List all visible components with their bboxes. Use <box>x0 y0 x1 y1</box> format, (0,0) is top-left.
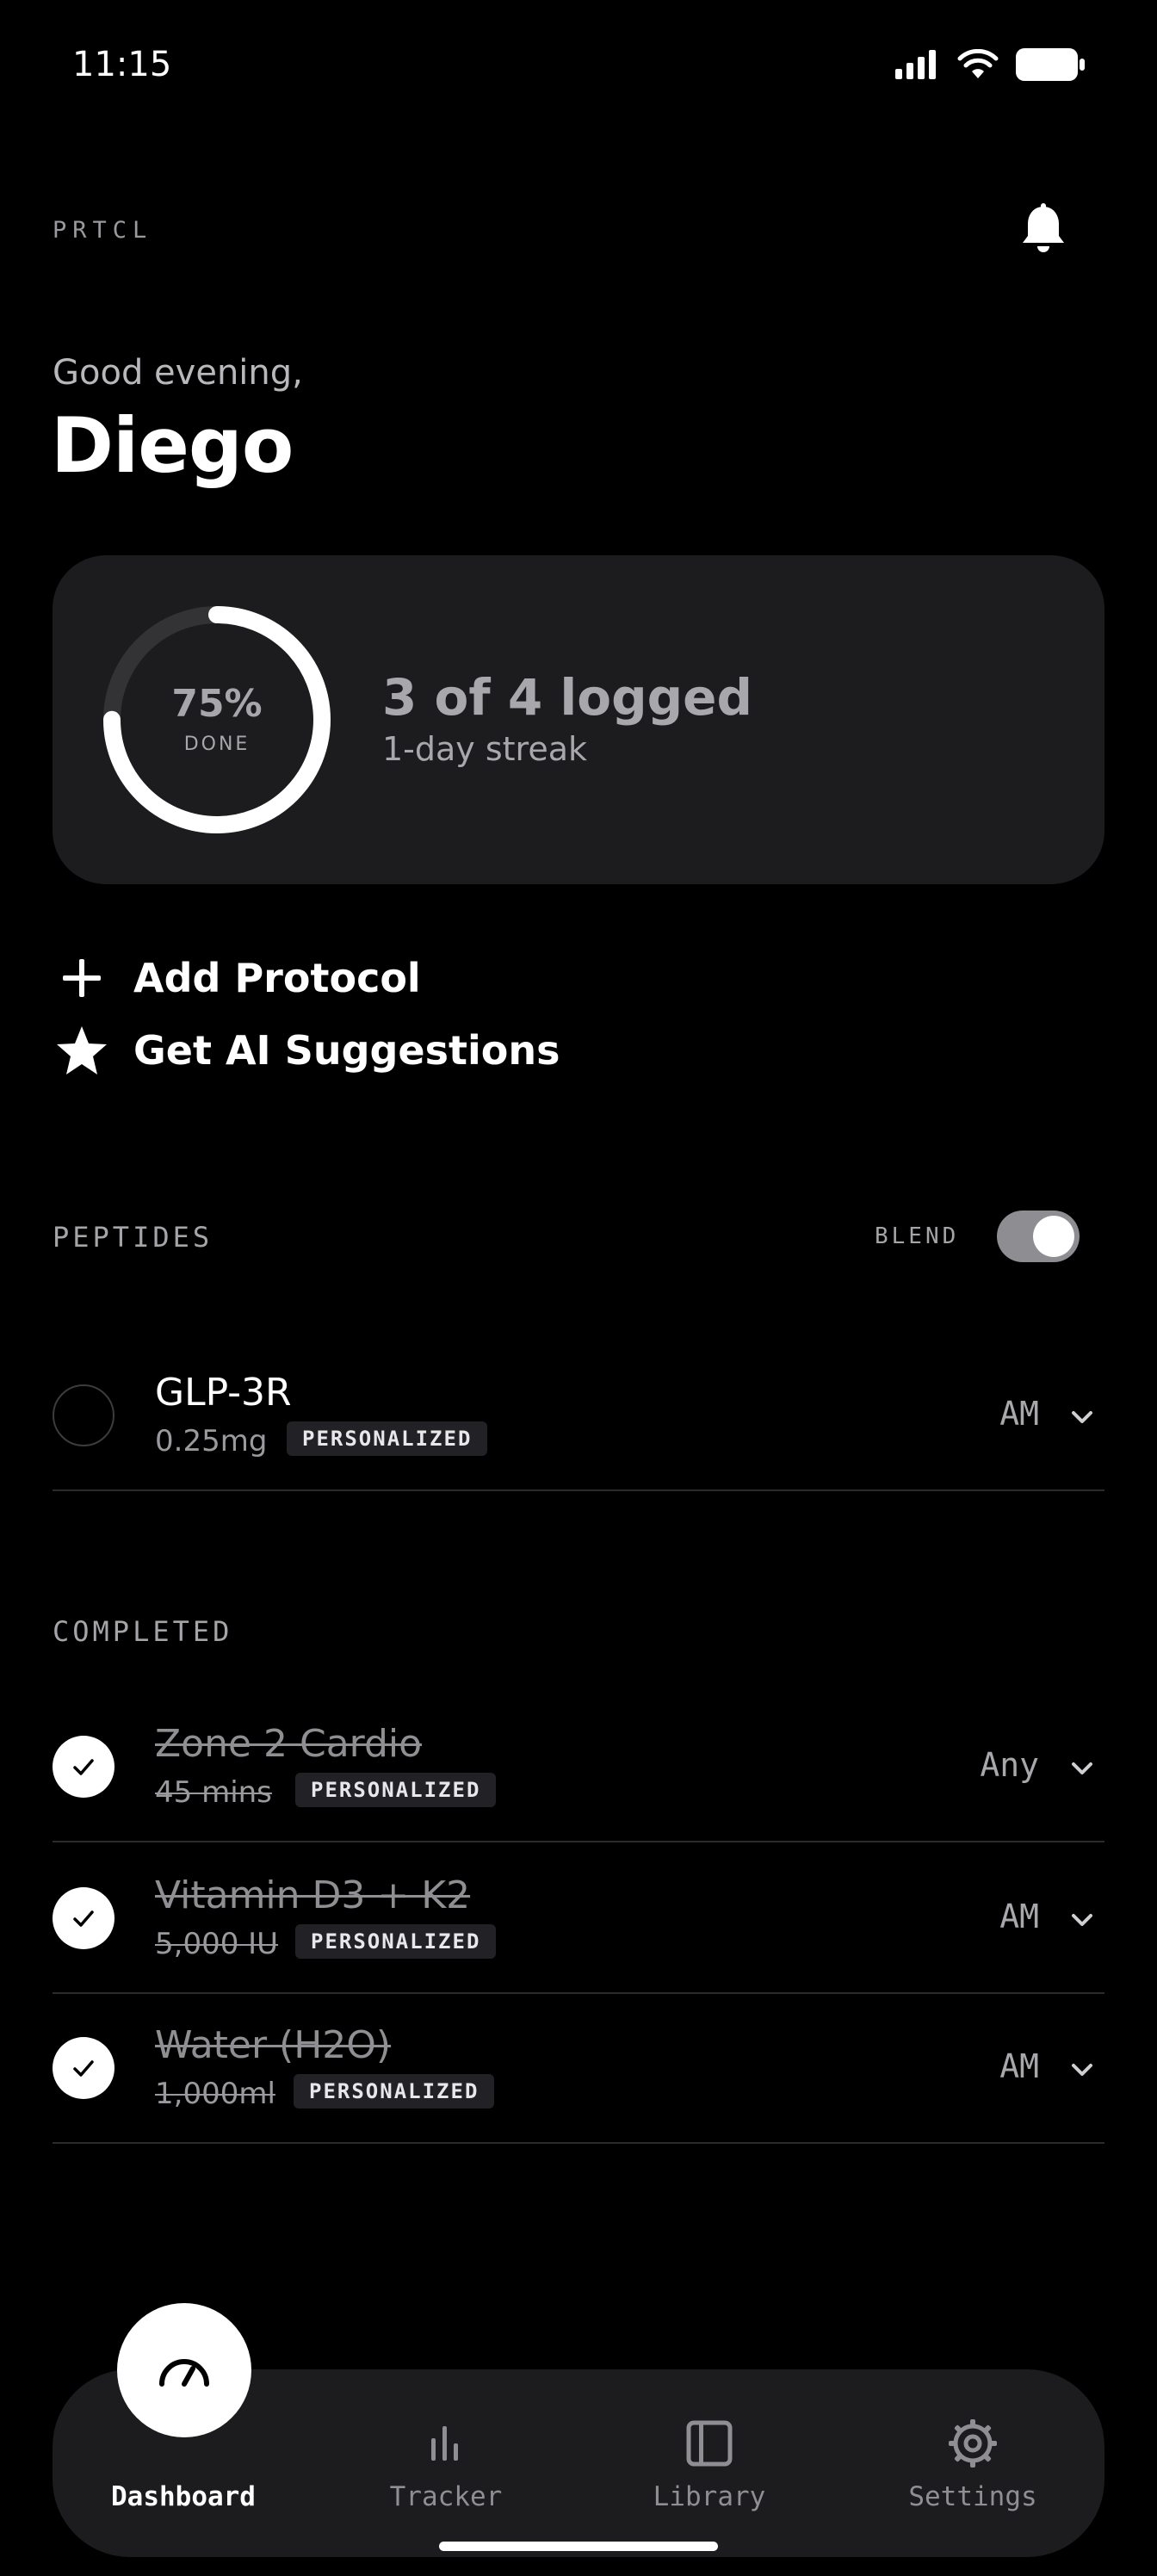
add-protocol-label: Add Protocol <box>133 955 421 1001</box>
nav-dashboard-button[interactable] <box>117 2303 251 2437</box>
item-time: AM <box>999 2047 1039 2085</box>
battery-icon <box>1016 48 1085 81</box>
item-name: Zone 2 Cardio <box>155 1722 423 1766</box>
streak-text: 1-day streak <box>382 730 588 768</box>
personalized-badge: PERSONALIZED <box>295 1924 497 1959</box>
ai-suggestions-label: Get AI Suggestions <box>133 1027 560 1074</box>
chevron-down-icon[interactable] <box>1068 1906 1096 1934</box>
item-time: AM <box>999 1898 1039 1935</box>
status-time: 11:15 <box>72 45 172 84</box>
list-item[interactable]: GLP-3R 0.25mg PERSONALIZED AM <box>53 1338 1104 1491</box>
chevron-down-icon[interactable] <box>1068 1403 1096 1431</box>
user-name: Diego <box>51 401 294 490</box>
item-name: Vitamin D3 + K2 <box>155 1873 471 1917</box>
sidebar-panel-icon[interactable] <box>682 2416 737 2471</box>
gauge-icon <box>159 2359 209 2387</box>
item-dose: 45 mins <box>155 1775 272 1810</box>
bar-chart-icon[interactable] <box>418 2416 473 2471</box>
personalized-badge: PERSONALIZED <box>295 1773 497 1807</box>
bell-icon[interactable] <box>1019 203 1067 258</box>
item-time: Any <box>980 1746 1039 1784</box>
checkmark-icon <box>73 1910 94 1927</box>
nav-label-settings[interactable]: Settings <box>887 2481 1059 2512</box>
gear-icon[interactable] <box>945 2416 1000 2471</box>
blend-label: BLEND <box>875 1223 960 1249</box>
completed-section-header: COMPLETED <box>53 1615 233 1648</box>
wifi-icon <box>957 49 999 78</box>
item-dose: 0.25mg <box>155 1424 268 1458</box>
nav-label-dashboard[interactable]: Dashboard <box>97 2481 269 2512</box>
nav-label-library[interactable]: Library <box>623 2481 795 2512</box>
logged-count: 3 of 4 logged <box>382 668 752 727</box>
cellular-signal-icon <box>895 50 936 79</box>
personalized-badge: PERSONALIZED <box>287 1421 488 1456</box>
personalized-badge: PERSONALIZED <box>294 2074 495 2108</box>
nav-label-tracker[interactable]: Tracker <box>360 2481 532 2512</box>
chevron-down-icon[interactable] <box>1068 2056 1096 2084</box>
add-protocol-button[interactable]: Add Protocol <box>53 949 421 1007</box>
toggle-knob <box>1033 1216 1074 1257</box>
ai-suggestions-button[interactable]: Get AI Suggestions <box>53 1021 560 1080</box>
checkmark-icon <box>73 2060 94 2077</box>
progress-done-label: DONE <box>183 734 251 755</box>
completed-checkbox[interactable] <box>53 2037 114 2099</box>
app-brand: PRTCL <box>53 217 153 244</box>
list-item[interactable]: Water (H2O) 1,000ml PERSONALIZED AM <box>53 1991 1104 2144</box>
list-item[interactable]: Zone 2 Cardio 45 mins PERSONALIZED Any <box>53 1689 1104 1842</box>
completed-checkbox[interactable] <box>53 1887 114 1949</box>
item-dose: 1,000ml <box>155 2077 275 2111</box>
list-item[interactable]: Vitamin D3 + K2 5,000 IU PERSONALIZED AM <box>53 1841 1104 1994</box>
checkmark-icon <box>73 1759 94 1775</box>
home-indicator <box>439 2542 718 2551</box>
blend-toggle[interactable] <box>997 1211 1080 1262</box>
status-icons <box>895 48 1085 81</box>
item-time: AM <box>999 1395 1039 1433</box>
item-dose: 5,000 IU <box>155 1927 279 1961</box>
incomplete-checkbox[interactable] <box>53 1384 114 1446</box>
greeting-text: Good evening, <box>53 353 303 393</box>
item-name: GLP-3R <box>155 1371 292 1415</box>
star-icon <box>53 1021 111 1080</box>
plus-icon <box>53 949 111 1007</box>
completed-checkbox[interactable] <box>53 1736 114 1798</box>
item-name: Water (H2O) <box>155 2023 392 2067</box>
progress-percent: 75% <box>171 682 263 726</box>
chevron-down-icon[interactable] <box>1068 1755 1096 1782</box>
peptides-section-header: PEPTIDES <box>53 1221 213 1254</box>
